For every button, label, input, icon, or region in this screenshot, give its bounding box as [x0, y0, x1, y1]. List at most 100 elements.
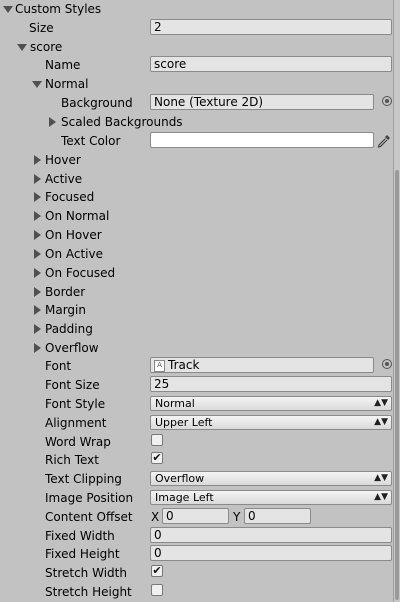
overflow-label: Overflow — [45, 341, 99, 355]
content-offset-y-field[interactable]: 0 — [244, 508, 311, 524]
font-object-field[interactable]: A Track — [150, 357, 374, 373]
dropdown-arrow-icon: ▲▼ — [374, 492, 388, 502]
image-position-row: Image Position Image Left ▲▼ — [0, 489, 393, 507]
font-size-field[interactable]: 25 — [150, 376, 392, 392]
size-row: Size 2 — [0, 19, 393, 37]
dropdown-arrow-icon: ▲▼ — [374, 398, 388, 408]
margin-foldout[interactable]: Margin — [0, 301, 393, 319]
foldout-closed-icon[interactable] — [34, 174, 41, 184]
text-color-swatch[interactable] — [150, 132, 374, 148]
word-wrap-row: Word Wrap — [0, 433, 393, 451]
name-field[interactable]: score — [150, 56, 392, 72]
text-clipping-row: Text Clipping Overflow ▲▼ — [0, 470, 393, 488]
size-field[interactable]: 2 — [150, 19, 392, 35]
word-wrap-checkbox[interactable] — [151, 434, 163, 446]
foldout-closed-icon[interactable] — [34, 343, 41, 353]
fixed-height-row: Fixed Height 0 — [0, 545, 393, 563]
stretch-width-row: Stretch Width ✔ — [0, 564, 393, 582]
scrollbar-thumb[interactable] — [395, 170, 399, 600]
foldout-closed-icon[interactable] — [34, 287, 41, 297]
foldout-closed-icon[interactable] — [34, 249, 41, 259]
font-value: Track — [168, 358, 200, 372]
on-normal-foldout[interactable]: On Normal — [0, 207, 393, 225]
eyedropper-icon[interactable] — [376, 133, 392, 149]
rich-text-row: Rich Text ✔ — [0, 451, 393, 469]
active-foldout[interactable]: Active — [0, 170, 393, 188]
foldout-closed-icon[interactable] — [49, 117, 56, 127]
font-size-row: Font Size 25 — [0, 376, 393, 394]
border-label: Border — [45, 285, 86, 299]
text-clipping-value: Overflow — [155, 472, 205, 485]
on-normal-label: On Normal — [45, 209, 110, 223]
custom-styles-foldout[interactable]: Custom Styles — [0, 0, 393, 18]
foldout-closed-icon[interactable] — [34, 192, 41, 202]
active-label: Active — [45, 172, 83, 186]
foldout-open-icon[interactable] — [3, 6, 13, 13]
font-asset-icon: A — [154, 359, 165, 372]
padding-foldout[interactable]: Padding — [0, 320, 393, 338]
rich-text-checkbox[interactable]: ✔ — [151, 452, 163, 464]
object-picker-icon[interactable] — [382, 359, 392, 369]
checkmark-icon: ✔ — [152, 451, 162, 464]
text-clipping-dropdown[interactable]: Overflow ▲▼ — [150, 471, 392, 486]
stretch-width-label: Stretch Width — [45, 566, 127, 580]
content-offset-label: Content Offset — [45, 510, 133, 524]
foldout-closed-icon[interactable] — [34, 230, 41, 240]
font-row: Font A Track — [0, 357, 393, 375]
padding-label: Padding — [45, 322, 93, 336]
font-style-dropdown[interactable]: Normal ▲▼ — [150, 396, 392, 411]
background-object-field[interactable]: None (Texture 2D) — [150, 94, 374, 110]
text-color-label: Text Color — [61, 134, 121, 148]
normal-label: Normal — [45, 77, 89, 91]
checkmark-icon: ✔ — [152, 564, 162, 577]
content-offset-x-field[interactable]: 0 — [162, 508, 229, 524]
alignment-dropdown[interactable]: Upper Left ▲▼ — [150, 415, 392, 430]
font-style-value: Normal — [155, 397, 195, 410]
font-size-label: Font Size — [45, 378, 100, 392]
image-position-dropdown[interactable]: Image Left ▲▼ — [150, 490, 392, 505]
font-style-label: Font Style — [45, 397, 106, 411]
normal-foldout[interactable]: Normal — [0, 75, 393, 93]
foldout-open-icon[interactable] — [17, 44, 27, 51]
scaled-backgrounds-label: Scaled Backgrounds — [61, 115, 183, 129]
stretch-height-checkbox[interactable] — [151, 584, 163, 596]
stretch-height-label: Stretch Height — [45, 585, 132, 599]
foldout-closed-icon[interactable] — [34, 155, 41, 165]
hover-label: Hover — [45, 153, 81, 167]
vertical-scrollbar[interactable] — [393, 0, 400, 602]
foldout-open-icon[interactable] — [32, 81, 42, 88]
fixed-width-row: Fixed Width 0 — [0, 527, 393, 545]
custom-styles-label: Custom Styles — [15, 2, 102, 16]
dropdown-arrow-icon: ▲▼ — [374, 417, 388, 427]
stretch-height-row: Stretch Height — [0, 583, 393, 601]
stretch-width-checkbox[interactable]: ✔ — [151, 565, 163, 577]
on-focused-label: On Focused — [45, 266, 116, 280]
hover-foldout[interactable]: Hover — [0, 151, 393, 169]
alignment-value: Upper Left — [155, 416, 213, 429]
border-foldout[interactable]: Border — [0, 283, 393, 301]
fixed-height-field[interactable]: 0 — [150, 545, 392, 561]
image-position-label: Image Position — [45, 491, 134, 505]
name-row: Name score — [0, 56, 393, 74]
on-hover-foldout[interactable]: On Hover — [0, 226, 393, 244]
on-active-foldout[interactable]: On Active — [0, 245, 393, 263]
text-clipping-label: Text Clipping — [45, 472, 122, 486]
image-position-value: Image Left — [155, 491, 214, 504]
rich-text-label: Rich Text — [45, 453, 99, 467]
foldout-closed-icon[interactable] — [34, 268, 41, 278]
on-focused-foldout[interactable]: On Focused — [0, 264, 393, 282]
size-label: Size — [29, 21, 54, 35]
name-label: Name — [45, 58, 81, 72]
object-picker-icon[interactable] — [382, 96, 392, 106]
word-wrap-label: Word Wrap — [45, 435, 111, 449]
focused-foldout[interactable]: Focused — [0, 188, 393, 206]
overflow-foldout[interactable]: Overflow — [0, 339, 393, 357]
foldout-closed-icon[interactable] — [34, 305, 41, 315]
font-label: Font — [45, 359, 72, 373]
scaled-backgrounds-foldout[interactable]: Scaled Backgrounds — [0, 113, 393, 131]
fixed-width-field[interactable]: 0 — [150, 527, 392, 543]
foldout-closed-icon[interactable] — [34, 211, 41, 221]
foldout-closed-icon[interactable] — [34, 324, 41, 334]
background-row: Background None (Texture 2D) — [0, 94, 393, 112]
score-foldout[interactable]: score — [0, 38, 393, 56]
